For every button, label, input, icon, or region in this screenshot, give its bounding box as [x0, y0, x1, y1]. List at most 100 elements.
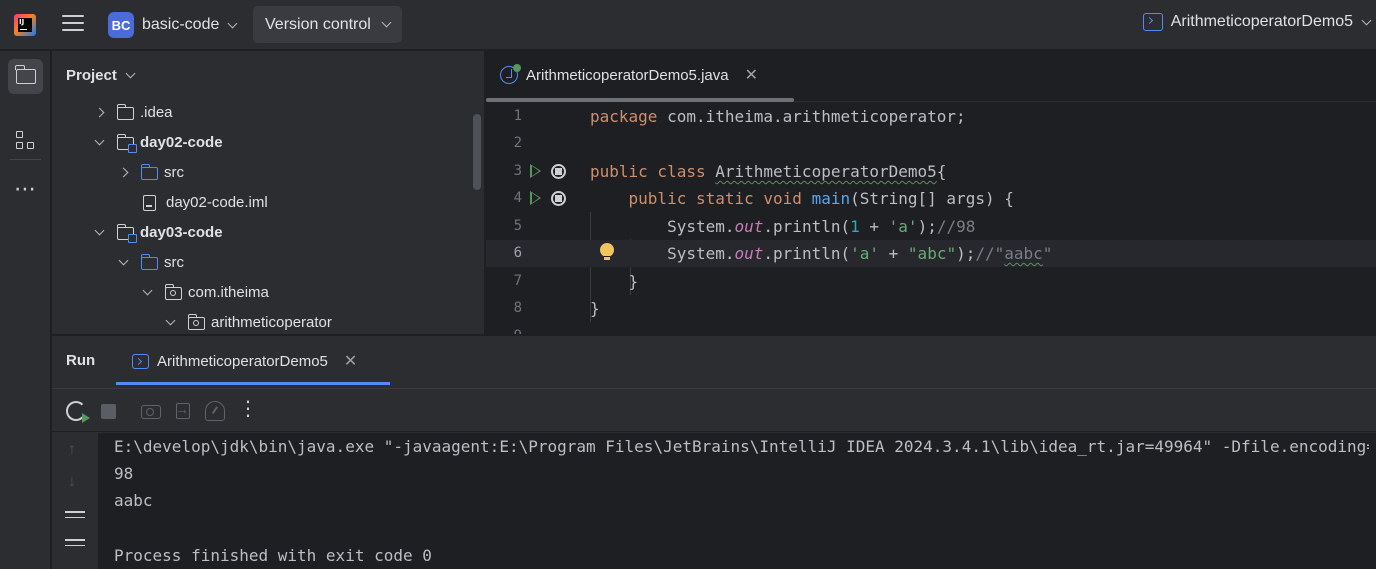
- console-side-toolbar: ↑ ↓: [52, 433, 98, 569]
- rerun-icon[interactable]: [66, 401, 90, 423]
- structure-icon: [15, 130, 36, 151]
- run-panel-title: Run: [66, 352, 96, 369]
- project-panel: Project .idea day02-code src day02-code.…: [52, 51, 485, 334]
- project-switcher[interactable]: BC basic-code: [108, 11, 238, 39]
- console-output[interactable]: E:\develop\jdk\bin\java.exe "-javaagent:…: [114, 433, 1369, 566]
- title-bar: BC basic-code Version control Arithmetic…: [0, 0, 1376, 50]
- source-folder-icon: [140, 253, 158, 270]
- tree-item-label: day02-code.iml: [166, 193, 268, 211]
- run-gutter-icon[interactable]: [530, 164, 541, 178]
- code-text: }: [590, 272, 639, 291]
- project-panel-header[interactable]: Project: [66, 67, 136, 84]
- scroll-to-end-icon[interactable]: [65, 539, 85, 553]
- tree-item-label: com.itheima: [188, 283, 269, 301]
- line-number: 6: [513, 245, 522, 261]
- project-badge: BC: [108, 12, 134, 38]
- stop-icon[interactable]: [101, 404, 116, 419]
- tree-item-label: arithmeticoperator: [211, 313, 332, 331]
- more-tools-button[interactable]: ⋯: [8, 171, 43, 206]
- tree-item-com-itheima[interactable]: com.itheima: [142, 277, 269, 307]
- tree-item-src[interactable]: src: [118, 247, 184, 277]
- soft-wrap-icon[interactable]: [65, 511, 85, 525]
- module-folder-icon: [116, 133, 137, 153]
- line-number: 4: [513, 190, 522, 206]
- run-tab-indicator: [116, 382, 390, 385]
- debug-gutter-icon[interactable]: [551, 164, 566, 179]
- tree-item-label: src: [164, 253, 184, 271]
- run-gutter-icon[interactable]: [530, 191, 541, 205]
- code-text: public class ArithmeticoperatorDemo5{: [590, 162, 947, 181]
- project-tool-button[interactable]: [8, 59, 43, 94]
- close-icon[interactable]: ✕: [344, 351, 357, 371]
- code-line[interactable]: 2: [486, 130, 1376, 157]
- tree-item-day02-code-iml[interactable]: day02-code.iml: [143, 187, 268, 217]
- arrow-up-icon[interactable]: ↑: [68, 441, 76, 459]
- main-menu-icon[interactable]: [62, 15, 84, 35]
- tab-scrollbar[interactable]: [486, 98, 794, 102]
- code-line[interactable]: 7 }: [486, 268, 1376, 295]
- chevron-down-icon[interactable]: [165, 315, 176, 325]
- chevron-right-icon[interactable]: [94, 107, 105, 117]
- version-control-label: Version control: [265, 15, 371, 33]
- console-icon: [1142, 13, 1163, 31]
- project-panel-title: Project: [66, 67, 117, 84]
- export-icon[interactable]: [175, 401, 190, 419]
- tree-item-idea[interactable]: .idea: [94, 97, 173, 127]
- code-text: public static void main(String[] args) {: [628, 189, 1014, 208]
- code-line-current[interactable]: 6 System.out.println('a' + "abc");//"aab…: [486, 240, 1376, 267]
- run-configuration-label: ArithmeticoperatorDemo5: [1170, 13, 1353, 30]
- tree-item-label: src: [164, 163, 184, 181]
- arrow-down-icon[interactable]: ↓: [68, 473, 76, 491]
- more-options-icon[interactable]: ⋮: [238, 399, 258, 419]
- console: ↑ ↓ E:\develop\jdk\bin\java.exe "-javaag…: [52, 433, 1376, 569]
- chevron-down-icon: [381, 17, 392, 28]
- line-number: 3: [513, 163, 522, 179]
- intellij-logo-icon[interactable]: [14, 14, 36, 36]
- project-scrollbar[interactable]: [473, 114, 481, 190]
- console-icon: [132, 353, 149, 369]
- package-icon: [164, 283, 182, 300]
- console-line: aabc: [114, 491, 153, 510]
- profiler-icon[interactable]: [205, 401, 225, 421]
- code-line[interactable]: 1 package com.itheima.arithmeticoperator…: [486, 103, 1376, 130]
- code-line[interactable]: 9: [486, 323, 1376, 334]
- tree-item-day02-code[interactable]: day02-code: [94, 127, 223, 157]
- chevron-down-icon[interactable]: [94, 225, 105, 235]
- tree-item-day03-code[interactable]: day03-code: [94, 217, 223, 247]
- module-folder-icon: [116, 223, 137, 243]
- line-number: 2: [513, 135, 522, 151]
- folder-icon: [14, 65, 36, 84]
- chevron-down-icon: [125, 68, 136, 79]
- version-control-button[interactable]: Version control: [253, 6, 402, 43]
- camera-icon[interactable]: [141, 405, 161, 419]
- iml-file-icon: [143, 194, 156, 211]
- chevron-down-icon: [227, 18, 238, 28]
- tree-item-label: .idea: [140, 103, 173, 121]
- debug-gutter-icon[interactable]: [551, 191, 566, 206]
- code-line[interactable]: 5 System.out.println(1 + 'a');//98: [486, 213, 1376, 240]
- tree-item-src[interactable]: src: [118, 157, 184, 187]
- project-name: basic-code: [142, 16, 220, 33]
- chevron-down-icon[interactable]: [142, 285, 153, 295]
- line-number: 8: [513, 300, 522, 316]
- chevron-right-icon[interactable]: [118, 167, 129, 177]
- code-line[interactable]: 8 }: [486, 295, 1376, 322]
- line-number: 1: [513, 108, 522, 124]
- folder-icon: [116, 103, 134, 120]
- chevron-down-icon[interactable]: [118, 255, 129, 265]
- chevron-down-icon[interactable]: [94, 135, 105, 145]
- tree-item-arithmeticoperator[interactable]: arithmeticoperator: [165, 307, 332, 334]
- code-line[interactable]: 4 public static void main(String[] args)…: [486, 185, 1376, 212]
- more-icon: ⋯: [14, 175, 37, 201]
- editor-tab[interactable]: ArithmeticoperatorDemo5.java ✕: [500, 64, 758, 85]
- run-configuration-selector[interactable]: ArithmeticoperatorDemo5: [1142, 13, 1372, 31]
- close-icon[interactable]: ✕: [745, 65, 758, 85]
- line-number: 5: [513, 218, 522, 234]
- code-text: System.out.println('a' + "abc");//"aabc": [590, 244, 1053, 263]
- line-number: 7: [513, 273, 522, 289]
- code-line[interactable]: 3 public class ArithmeticoperatorDemo5{: [486, 158, 1376, 185]
- package-icon: [187, 313, 205, 330]
- structure-tool-button[interactable]: [8, 123, 43, 158]
- run-tab[interactable]: ArithmeticoperatorDemo5 ✕: [132, 336, 357, 386]
- run-tab-label: ArithmeticoperatorDemo5: [157, 352, 328, 370]
